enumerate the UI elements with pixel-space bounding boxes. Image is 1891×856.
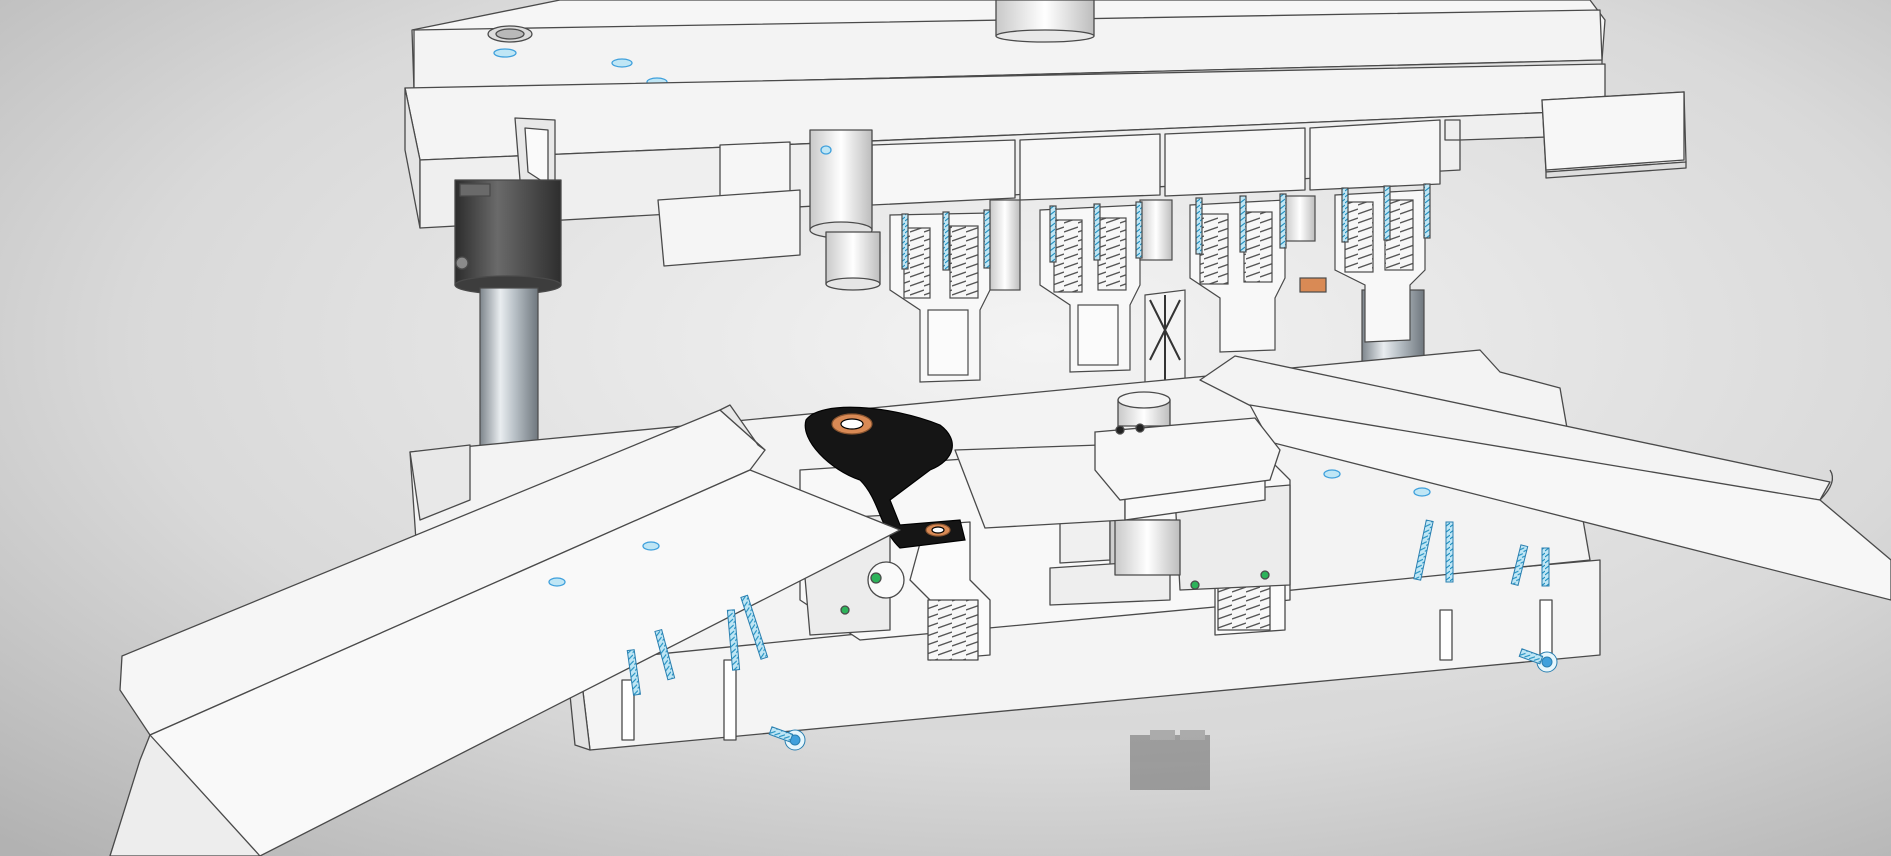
loose-block-right bbox=[1541, 91, 1685, 171]
side-block-left bbox=[657, 189, 801, 267]
guide-post-left bbox=[479, 287, 539, 459]
stripper-segment-4 bbox=[1309, 119, 1441, 191]
stripper-segment-2 bbox=[1019, 133, 1161, 201]
die-assembly-render bbox=[0, 0, 1891, 856]
cad-viewport[interactable] bbox=[0, 0, 1891, 856]
stripper-segment-1 bbox=[871, 139, 1016, 206]
stripper-segment-3 bbox=[1164, 127, 1306, 197]
